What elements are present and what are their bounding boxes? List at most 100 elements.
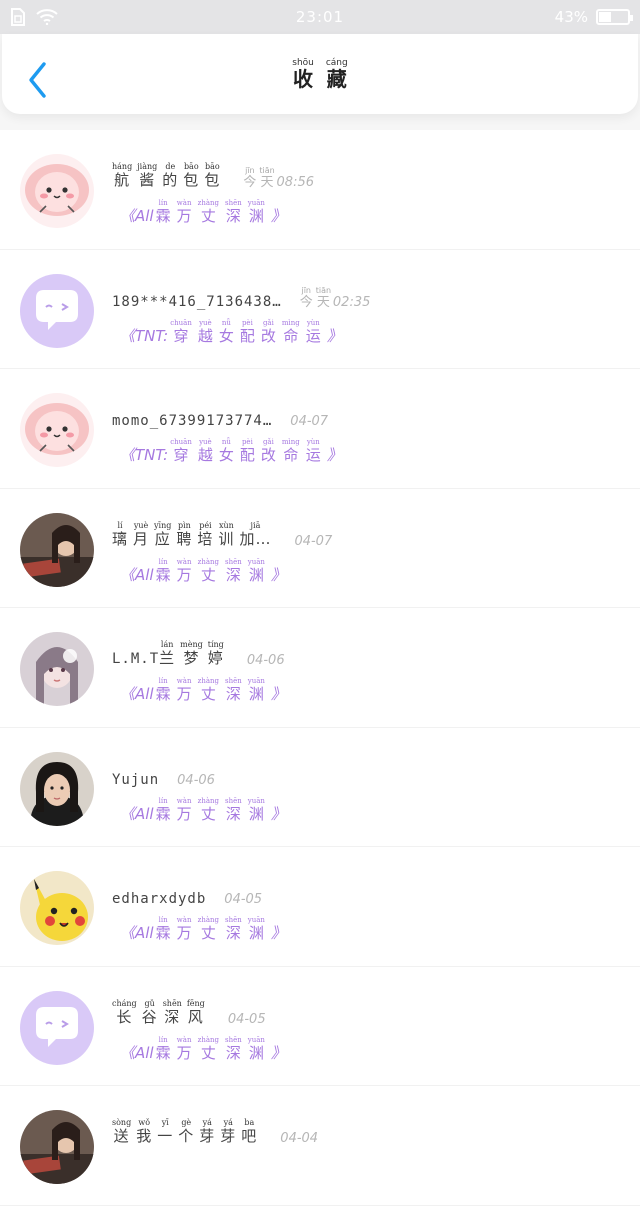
book-char: 越yuè (197, 318, 213, 345)
list-item[interactable]: 送sòng我wǒ一yī个gè芽yá芽yá吧ba 04-04 (0, 1086, 640, 1206)
avatar[interactable] (20, 871, 94, 945)
user-name: 璃lí月yuè应yīng聘pìn培péi训xùn加…jiā (112, 521, 276, 549)
name-char: 送sòng (112, 1118, 132, 1145)
name-char: 聘pìn (176, 520, 193, 548)
book-char: 深shēn (225, 916, 242, 942)
name-char: 我wǒ (136, 1118, 153, 1145)
list-item[interactable]: edharxdydb 04-05 《All 霖lín 万wàn 丈zhàng 深shēn 渊y… (0, 847, 640, 967)
name-line: edharxdydb 04-05 (112, 875, 262, 907)
name-char: 酱jiàng (137, 162, 158, 189)
name-char: 包bāo (204, 162, 221, 189)
list-item[interactable]: 189***416_7136438… 今jīn天tiān02:35 《TNT: 穿ch… (0, 249, 640, 369)
name-char: 芽yá (199, 1118, 216, 1145)
list-item[interactable]: 航háng酱jiàng的de包bāo包bāo 今jīn天tiān08:56 《All… (0, 130, 640, 250)
book-char: 霖lín (155, 677, 171, 703)
battery-fill (599, 12, 612, 22)
book-char: 深shēn (225, 199, 242, 225)
timestamp: 04-05 (227, 1011, 266, 1027)
name-line: 送sòng我wǒ一yī个gè芽yá芽yá吧ba 04-04 (112, 1114, 318, 1146)
book-char: 深shēn (225, 796, 242, 823)
book-char: 命mìng (281, 438, 300, 464)
book-char: 深shēn (225, 677, 242, 703)
user-name: 航háng酱jiàng的de包bāo包bāo (112, 162, 225, 190)
user-name: 送sòng我wǒ一yī个gè芽yá芽yá吧ba (112, 1118, 262, 1146)
name-char: 谷gǔ (141, 998, 158, 1026)
name-char: 婷tíng (207, 640, 224, 667)
book-char: 穿chuān (170, 318, 192, 345)
favorites-list: 航háng酱jiàng的de包bāo包bāo 今jīn天tiān08:56 《All… (0, 130, 640, 1206)
book-char: 配pèi (239, 318, 255, 345)
timestamp: 04-05 (224, 892, 263, 907)
book-char: 丈zhàng (197, 916, 219, 942)
book-char: 运yùn (305, 318, 321, 345)
list-item[interactable]: 璃lí月yuè应yīng聘pìn培péi训xùn加…jiā 04-07 《All 霖l… (0, 488, 640, 608)
book-char: 万wàn (176, 199, 192, 225)
book-char: 霖lín (155, 199, 171, 225)
book-title-link[interactable]: 《TNT: 穿chuān 越yuè 女nǚ 配pèi 改gǎi 命mìng 运yùn 》 (120, 316, 344, 346)
book-char: 命mìng (281, 318, 300, 345)
book-char: 万wàn (176, 796, 192, 823)
book-char: 渊yuān (247, 796, 265, 823)
name-char: 航háng (112, 162, 133, 189)
book-char: 渊yuān (247, 199, 265, 225)
name-line: Yujun 04-06 (112, 756, 215, 788)
title-char: 收shōu (292, 58, 314, 91)
book-char: 改gǎi (260, 318, 276, 345)
user-name: L.M.T兰lán梦mèng婷tíng (112, 640, 224, 667)
timestamp: 今jīn天tiān02:35 (299, 285, 371, 310)
book-char: 霖lín (155, 1035, 171, 1062)
name-char: 一yī (157, 1118, 174, 1145)
name-char: 长cháng (112, 998, 137, 1026)
book-title-link[interactable]: 《All 霖lín 万wàn 丈zhàng 深shēn 渊yuān 》 (120, 555, 288, 585)
name-char: 包bāo (183, 162, 200, 189)
book-char: 女nǚ (218, 318, 234, 345)
user-name: 长cháng谷gǔ深shēn风fēng (112, 999, 210, 1027)
avatar[interactable] (20, 632, 94, 706)
time-char: 天tiān (259, 166, 275, 190)
name-line: L.M.T兰lán梦mèng婷tíng 04-06 (112, 636, 285, 668)
book-char: 渊yuān (247, 677, 265, 703)
book-title-link[interactable]: 《TNT: 穿chuān 越yuè 女nǚ 配pèi 改gǎi 命mìng 运yùn 》 (120, 435, 344, 465)
book-char: 万wàn (176, 916, 192, 942)
avatar[interactable] (20, 1110, 94, 1184)
name-char: 训xùn (218, 520, 235, 548)
book-char: 女nǚ (218, 438, 234, 464)
avatar[interactable] (20, 273, 94, 348)
name-char: 月yuè (133, 520, 150, 548)
book-char: 越yuè (197, 438, 213, 464)
avatar[interactable] (20, 990, 94, 1065)
list-item[interactable]: Yujun 04-06 《All 霖lín 万wàn 丈zhàng 深shēn 渊yuān 》 (0, 727, 640, 847)
timestamp: 04-07 (294, 533, 333, 549)
book-char: 穿chuān (170, 438, 192, 464)
timestamp: 04-04 (280, 1131, 319, 1146)
book-title-link[interactable]: 《All 霖lín 万wàn 丈zhàng 深shēn 渊yuān 》 (120, 674, 288, 704)
timestamp: 04-06 (177, 772, 215, 788)
book-char: 万wàn (176, 557, 192, 584)
name-char: 的de (162, 162, 179, 189)
avatar[interactable] (20, 393, 94, 467)
name-char: 培péi (197, 520, 214, 548)
book-char: 霖lín (155, 557, 171, 584)
book-char: 配pèi (239, 438, 255, 464)
name-line: 长cháng谷gǔ深shēn风fēng 04-05 (112, 995, 266, 1027)
battery-icon (596, 9, 633, 25)
book-char: 丈zhàng (197, 677, 219, 703)
list-item[interactable]: momo_67399173774… 04-07 《TNT: 穿chuān 越yuè 女nǚ… (0, 369, 640, 489)
avatar[interactable] (20, 512, 94, 587)
timestamp: 今jīn天tiān08:56 (243, 166, 314, 190)
book-char: 渊yuān (247, 916, 265, 942)
book-title-link[interactable]: 《All 霖lín 万wàn 丈zhàng 深shēn 渊yuān 》 (120, 1033, 288, 1063)
list-item[interactable]: 长cháng谷gǔ深shēn风fēng 04-05 《All 霖lín 万wàn 丈zhà… (0, 966, 640, 1086)
avatar[interactable] (20, 751, 94, 826)
time-char: 今jīn (299, 285, 313, 310)
name-line: 189***416_7136438… 今jīn天tiān02:35 (112, 278, 370, 310)
list-item[interactable]: L.M.T兰lán梦mèng婷tíng 04-06 《All 霖lín 万wàn 丈zhà… (0, 608, 640, 728)
book-title-link[interactable]: 《All 霖lín 万wàn 丈zhàng 深shēn 渊yuān 》 (120, 913, 288, 943)
name-char: 加…jiā (239, 520, 272, 548)
book-title-link[interactable]: 《All 霖lín 万wàn 丈zhàng 深shēn 渊yuān 》 (120, 794, 288, 824)
name-char: 兰lán (159, 640, 176, 667)
name-char: 梦mèng (180, 640, 203, 667)
avatar[interactable] (20, 154, 94, 228)
book-title-link[interactable]: 《All 霖lín 万wàn 丈zhàng 深shēn 渊yuān 》 (120, 196, 288, 226)
user-name: Yujun (112, 771, 160, 788)
